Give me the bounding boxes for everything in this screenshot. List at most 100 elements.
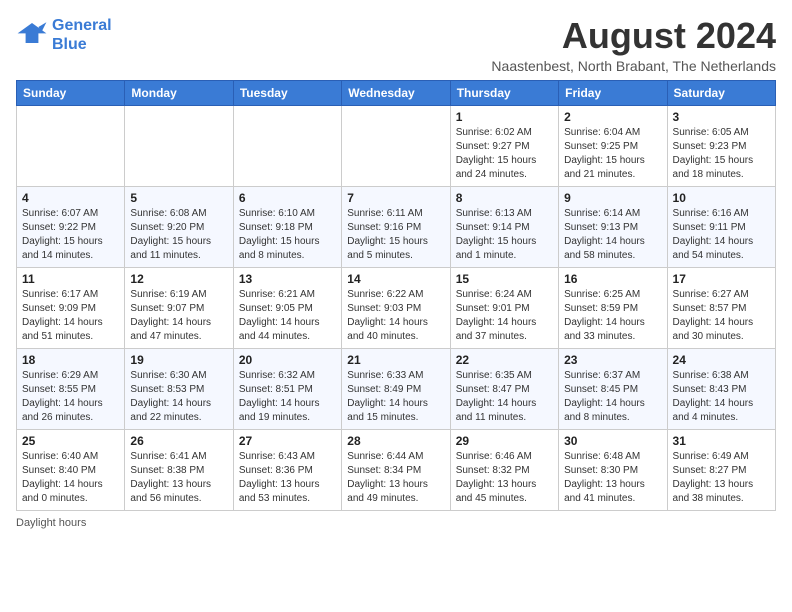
day-number: 23 — [564, 353, 661, 367]
calendar-cell: 11Sunrise: 6:17 AM Sunset: 9:09 PM Dayli… — [17, 267, 125, 348]
logo: General Blue — [16, 16, 112, 54]
calendar-cell: 28 Sunrise: 6:44 AM Sunset: 8:34 PM Dayli… — [342, 429, 450, 510]
calendar-cell: 7 Sunrise: 6:11 AM Sunset: 9:16 PM Daylig… — [342, 186, 450, 267]
calendar-cell: 20 Sunrise: 6:32 AM Sunset: 8:51 PM Dayli… — [233, 348, 341, 429]
day-info: Sunrise: 6:40 AM Sunset: 8:40 PM Dayligh… — [22, 450, 119, 506]
footer: Daylight hours — [16, 517, 776, 529]
day-info: Sunrise: 6:07 AM Sunset: 9:22 PM Dayligh… — [22, 207, 119, 263]
day-number: 17 — [673, 272, 770, 286]
day-info: Sunrise: 6:33 AM Sunset: 8:49 PM Dayligh… — [347, 369, 444, 425]
calendar-cell: 23 Sunrise: 6:37 AM Sunset: 8:45 PM Dayli… — [559, 348, 667, 429]
calendar-header-sunday: Sunday — [17, 80, 125, 105]
day-number: 16 — [564, 272, 661, 286]
calendar-header-wednesday: Wednesday — [342, 80, 450, 105]
calendar-cell: 21Sunrise: 6:33 AM Sunset: 8:49 PM Dayli… — [342, 348, 450, 429]
calendar: SundayMondayTuesdayWednesdayThursdayFrid… — [16, 80, 776, 511]
calendar-header-row: SundayMondayTuesdayWednesdayThursdayFrid… — [17, 80, 776, 105]
calendar-cell: 2 Sunrise: 6:04 AM Sunset: 9:25 PM Daylig… — [559, 105, 667, 186]
calendar-cell: 31Sunrise: 6:49 AM Sunset: 8:27 PM Dayli… — [667, 429, 775, 510]
day-number: 30 — [564, 434, 661, 448]
day-number: 7 — [347, 191, 444, 205]
calendar-cell: 30Sunrise: 6:48 AM Sunset: 8:30 PM Dayli… — [559, 429, 667, 510]
day-number: 4 — [22, 191, 119, 205]
day-number: 10 — [673, 191, 770, 205]
month-title: August 2024 — [491, 16, 776, 56]
calendar-cell — [233, 105, 341, 186]
footer-text: Daylight hours — [16, 517, 86, 529]
calendar-cell: 15 Sunrise: 6:24 AM Sunset: 9:01 PM Dayli… — [450, 267, 558, 348]
day-number: 14 — [347, 272, 444, 286]
calendar-cell: 25 Sunrise: 6:40 AM Sunset: 8:40 PM Dayli… — [17, 429, 125, 510]
calendar-cell: 16Sunrise: 6:25 AM Sunset: 8:59 PM Dayli… — [559, 267, 667, 348]
day-info: Sunrise: 6:27 AM Sunset: 8:57 PM Dayligh… — [673, 288, 770, 344]
day-number: 27 — [239, 434, 336, 448]
day-info: Sunrise: 6:04 AM Sunset: 9:25 PM Dayligh… — [564, 126, 661, 182]
day-number: 22 — [456, 353, 553, 367]
day-info: Sunrise: 6:08 AM Sunset: 9:20 PM Dayligh… — [130, 207, 227, 263]
day-number: 6 — [239, 191, 336, 205]
calendar-cell: 17 Sunrise: 6:27 AM Sunset: 8:57 PM Dayli… — [667, 267, 775, 348]
calendar-cell: 13Sunrise: 6:21 AM Sunset: 9:05 PM Dayli… — [233, 267, 341, 348]
day-info: Sunrise: 6:13 AM Sunset: 9:14 PM Dayligh… — [456, 207, 553, 263]
calendar-header-monday: Monday — [125, 80, 233, 105]
calendar-cell — [17, 105, 125, 186]
day-info: Sunrise: 6:37 AM Sunset: 8:45 PM Dayligh… — [564, 369, 661, 425]
day-info: Sunrise: 6:11 AM Sunset: 9:16 PM Dayligh… — [347, 207, 444, 263]
calendar-cell: 3 Sunrise: 6:05 AM Sunset: 9:23 PM Daylig… — [667, 105, 775, 186]
calendar-cell: 27Sunrise: 6:43 AM Sunset: 8:36 PM Dayli… — [233, 429, 341, 510]
day-info: Sunrise: 6:10 AM Sunset: 9:18 PM Dayligh… — [239, 207, 336, 263]
day-info: Sunrise: 6:30 AM Sunset: 8:53 PM Dayligh… — [130, 369, 227, 425]
day-info: Sunrise: 6:05 AM Sunset: 9:23 PM Dayligh… — [673, 126, 770, 182]
day-number: 20 — [239, 353, 336, 367]
calendar-header-thursday: Thursday — [450, 80, 558, 105]
subtitle: Naastenbest, North Brabant, The Netherla… — [491, 58, 776, 74]
day-info: Sunrise: 6:21 AM Sunset: 9:05 PM Dayligh… — [239, 288, 336, 344]
calendar-cell: 9 Sunrise: 6:14 AM Sunset: 9:13 PM Daylig… — [559, 186, 667, 267]
title-block: August 2024 Naastenbest, North Brabant, … — [491, 16, 776, 74]
page: General Blue August 2024 Naastenbest, No… — [0, 0, 792, 537]
day-number: 5 — [130, 191, 227, 205]
day-number: 8 — [456, 191, 553, 205]
day-info: Sunrise: 6:24 AM Sunset: 9:01 PM Dayligh… — [456, 288, 553, 344]
logo-icon — [16, 19, 48, 51]
calendar-cell: 19 Sunrise: 6:30 AM Sunset: 8:53 PM Dayli… — [125, 348, 233, 429]
calendar-cell: 6 Sunrise: 6:10 AM Sunset: 9:18 PM Daylig… — [233, 186, 341, 267]
calendar-week-5: 25 Sunrise: 6:40 AM Sunset: 8:40 PM Dayli… — [17, 429, 776, 510]
day-number: 18 — [22, 353, 119, 367]
calendar-cell: 14Sunrise: 6:22 AM Sunset: 9:03 PM Dayli… — [342, 267, 450, 348]
day-info: Sunrise: 6:46 AM Sunset: 8:32 PM Dayligh… — [456, 450, 553, 506]
day-number: 12 — [130, 272, 227, 286]
calendar-cell: 24 Sunrise: 6:38 AM Sunset: 8:43 PM Dayli… — [667, 348, 775, 429]
day-info: Sunrise: 6:32 AM Sunset: 8:51 PM Dayligh… — [239, 369, 336, 425]
calendar-cell: 8 Sunrise: 6:13 AM Sunset: 9:14 PM Daylig… — [450, 186, 558, 267]
day-info: Sunrise: 6:14 AM Sunset: 9:13 PM Dayligh… — [564, 207, 661, 263]
day-info: Sunrise: 6:44 AM Sunset: 8:34 PM Dayligh… — [347, 450, 444, 506]
day-info: Sunrise: 6:41 AM Sunset: 8:38 PM Dayligh… — [130, 450, 227, 506]
calendar-week-2: 4 Sunrise: 6:07 AM Sunset: 9:22 PM Daylig… — [17, 186, 776, 267]
calendar-cell: 12Sunrise: 6:19 AM Sunset: 9:07 PM Dayli… — [125, 267, 233, 348]
calendar-week-4: 18 Sunrise: 6:29 AM Sunset: 8:55 PM Dayli… — [17, 348, 776, 429]
day-number: 28 — [347, 434, 444, 448]
day-info: Sunrise: 6:29 AM Sunset: 8:55 PM Dayligh… — [22, 369, 119, 425]
day-number: 9 — [564, 191, 661, 205]
calendar-header-friday: Friday — [559, 80, 667, 105]
day-number: 19 — [130, 353, 227, 367]
calendar-cell: 5 Sunrise: 6:08 AM Sunset: 9:20 PM Daylig… — [125, 186, 233, 267]
day-number: 25 — [22, 434, 119, 448]
calendar-cell: 1 Sunrise: 6:02 AM Sunset: 9:27 PM Daylig… — [450, 105, 558, 186]
calendar-cell: 4 Sunrise: 6:07 AM Sunset: 9:22 PM Daylig… — [17, 186, 125, 267]
day-info: Sunrise: 6:16 AM Sunset: 9:11 PM Dayligh… — [673, 207, 770, 263]
day-number: 26 — [130, 434, 227, 448]
day-info: Sunrise: 6:02 AM Sunset: 9:27 PM Dayligh… — [456, 126, 553, 182]
day-number: 2 — [564, 110, 661, 124]
day-number: 15 — [456, 272, 553, 286]
calendar-cell: 22Sunrise: 6:35 AM Sunset: 8:47 PM Dayli… — [450, 348, 558, 429]
day-info: Sunrise: 6:38 AM Sunset: 8:43 PM Dayligh… — [673, 369, 770, 425]
day-number: 1 — [456, 110, 553, 124]
day-number: 24 — [673, 353, 770, 367]
calendar-cell: 29Sunrise: 6:46 AM Sunset: 8:32 PM Dayli… — [450, 429, 558, 510]
calendar-cell: 10 Sunrise: 6:16 AM Sunset: 9:11 PM Dayli… — [667, 186, 775, 267]
calendar-week-1: 1 Sunrise: 6:02 AM Sunset: 9:27 PM Daylig… — [17, 105, 776, 186]
day-number: 3 — [673, 110, 770, 124]
day-number: 31 — [673, 434, 770, 448]
